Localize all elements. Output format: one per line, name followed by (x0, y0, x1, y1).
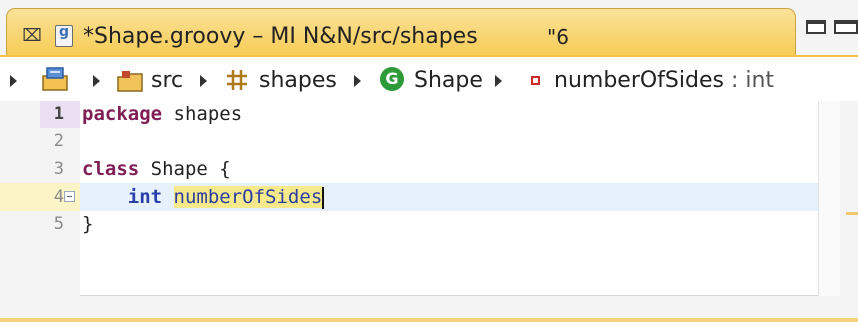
text-caret (322, 186, 325, 209)
line-number: 5 (53, 214, 64, 234)
groovy-editor-window: ⌧ *Shape.groovy – MI N&N/src/shapes "6 s… (0, 0, 858, 322)
minimize-icon[interactable] (806, 20, 826, 34)
code-line[interactable]: package shapes (82, 101, 242, 128)
chevron-right-icon[interactable] (10, 75, 17, 87)
fold-collapse-icon[interactable] (64, 191, 75, 202)
closing-brace: } (82, 213, 94, 235)
editor-tab-shape-groovy[interactable]: ⌧ *Shape.groovy – MI N&N/src/shapes "6 (6, 8, 796, 56)
chevron-right-icon[interactable] (495, 75, 502, 87)
class-declaration: Shape { (139, 158, 231, 180)
breadcrumb-item-shape-class[interactable]: Shape (414, 67, 483, 95)
chevron-right-icon[interactable] (93, 75, 100, 87)
overview-ruler[interactable] (818, 101, 840, 296)
occurrence-marker[interactable] (846, 212, 858, 215)
tab-overflow-indicator[interactable]: "6 (547, 24, 569, 50)
field-icon[interactable] (531, 76, 540, 85)
package-name: shapes (162, 103, 243, 125)
project-icon[interactable] (40, 66, 70, 92)
breadcrumb-item-shapes[interactable]: shapes (259, 67, 337, 95)
line-number: 1 (53, 104, 64, 124)
type-int: int (127, 186, 163, 208)
chevron-right-icon[interactable] (200, 75, 207, 87)
keyword-class: class (82, 158, 140, 180)
code-line[interactable]: class Shape { (82, 156, 231, 183)
chevron-right-icon[interactable] (354, 75, 361, 87)
close-icon[interactable]: ⌧ (21, 25, 43, 47)
field-occurrence: numberOfSides (173, 186, 323, 208)
left-margin (0, 101, 40, 322)
breadcrumb-field-name: numberOfSides (554, 68, 724, 93)
source-folder-icon[interactable] (117, 70, 143, 92)
keyword-package: package (82, 103, 163, 125)
line-number: 4 (53, 187, 64, 207)
maximize-icon[interactable] (834, 20, 858, 34)
tab-title: *Shape.groovy – MI N&N/src/shapes (83, 24, 478, 49)
breadcrumb-field-type: : int (723, 68, 775, 93)
code-line[interactable]: } (82, 211, 93, 238)
line-number: 2 (53, 131, 64, 151)
bottom-border (0, 318, 858, 322)
breadcrumb-item-field[interactable]: numberOfSides : int (554, 67, 774, 95)
class-icon[interactable]: G (380, 67, 404, 91)
package-icon[interactable] (226, 69, 248, 91)
view-controls (806, 16, 858, 40)
line-number: 3 (53, 159, 64, 179)
breadcrumb-item-src[interactable]: src (151, 67, 183, 95)
code-line-current[interactable]: int numberOfSides (82, 184, 325, 211)
groovy-file-icon (55, 24, 73, 47)
